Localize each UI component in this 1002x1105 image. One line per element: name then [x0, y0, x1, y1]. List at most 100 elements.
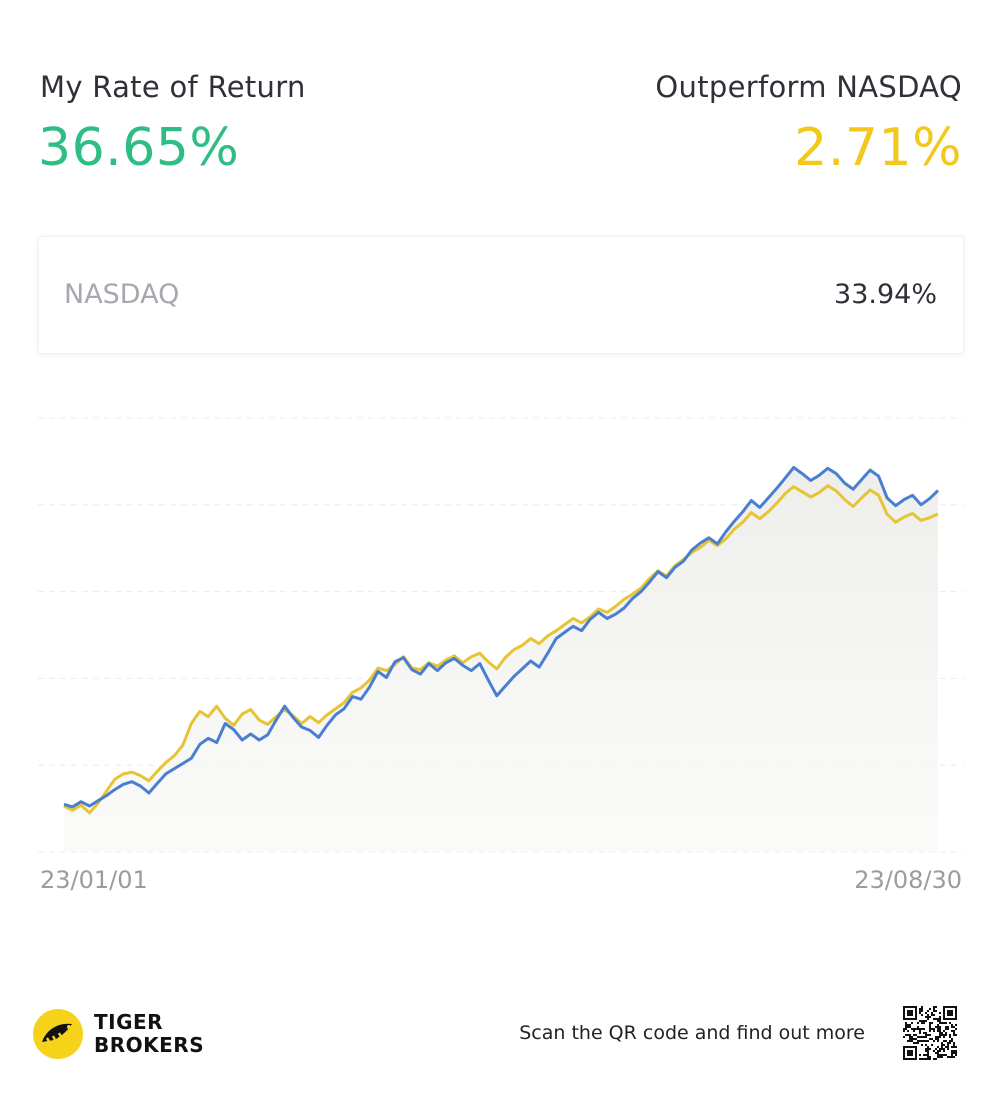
- qr-module: [945, 1046, 947, 1048]
- qr-module: [937, 1054, 939, 1056]
- qr-module: [953, 1056, 955, 1058]
- qr-module: [919, 1010, 921, 1012]
- qr-module: [917, 1022, 919, 1024]
- qr-module: [911, 1038, 913, 1040]
- qr-module: [931, 1014, 933, 1016]
- qr-module: [929, 1022, 931, 1024]
- qr-module: [953, 1050, 955, 1052]
- qr-module: [935, 1018, 937, 1020]
- qr-module: [919, 1030, 921, 1032]
- qr-module: [941, 1048, 943, 1050]
- qr-module: [937, 1030, 939, 1032]
- qr-module: [923, 1020, 925, 1022]
- brand-line-2: BROKERS: [94, 1033, 205, 1057]
- qr-module: [937, 1018, 939, 1020]
- qr-module: [915, 1028, 917, 1030]
- qr-module: [937, 1052, 939, 1054]
- qr-module: [943, 1022, 945, 1024]
- qr-module: [925, 1034, 927, 1036]
- qr-module: [955, 1024, 957, 1026]
- my-return-label: My Rate of Return: [40, 70, 306, 104]
- qr-module: [927, 1034, 929, 1036]
- qr-module: [931, 1022, 933, 1024]
- qr-module: [931, 1012, 933, 1014]
- qr-module: [921, 1058, 923, 1060]
- qr-module: [915, 1042, 917, 1044]
- qr-module: [919, 1036, 921, 1038]
- qr-module: [937, 1056, 939, 1058]
- my-return-value: 36.65%: [38, 118, 240, 178]
- qr-module: [925, 1058, 927, 1060]
- qr-module: [951, 1038, 953, 1040]
- qr-module: [923, 1054, 925, 1056]
- qr-module: [917, 1036, 919, 1038]
- qr-module: [921, 1020, 923, 1022]
- qr-module: [939, 1016, 941, 1018]
- qr-module: [909, 1034, 911, 1036]
- qr-module: [923, 1028, 925, 1030]
- qr-module: [925, 1044, 927, 1046]
- qr-module: [939, 1032, 941, 1034]
- qr-module: [927, 1010, 929, 1012]
- qr-module: [911, 1022, 913, 1024]
- qr-module: [937, 1020, 939, 1022]
- qr-module: [933, 1008, 935, 1010]
- return-chart[interactable]: [0, 400, 1002, 870]
- qr-module: [927, 1014, 929, 1016]
- qr-module: [925, 1012, 927, 1014]
- qr-module: [933, 1040, 935, 1042]
- qr-module: [943, 1050, 945, 1052]
- qr-module: [913, 1038, 915, 1040]
- qr-module: [947, 1026, 949, 1028]
- qr-module: [935, 1036, 937, 1038]
- qr-module: [905, 1026, 907, 1028]
- qr-code-icon[interactable]: [903, 1006, 957, 1060]
- qr-module: [931, 1038, 933, 1040]
- qr-module: [917, 1028, 919, 1030]
- area-fill: [64, 467, 938, 852]
- qr-module: [927, 1040, 929, 1042]
- qr-module: [945, 1022, 947, 1024]
- qr-module: [951, 1050, 953, 1052]
- qr-module: [909, 1024, 911, 1026]
- qr-module: [937, 1036, 939, 1038]
- qr-module: [929, 1028, 931, 1030]
- qr-module: [941, 1056, 943, 1058]
- qr-module: [949, 1022, 951, 1024]
- qr-module: [927, 1046, 929, 1048]
- qr-module: [935, 1052, 937, 1054]
- benchmark-card[interactable]: NASDAQ 33.94%: [38, 236, 964, 354]
- qr-module: [955, 1052, 957, 1054]
- qr-module: [933, 1006, 935, 1008]
- qr-module: [929, 1024, 931, 1026]
- qr-module: [951, 1046, 953, 1048]
- qr-module: [911, 1040, 913, 1042]
- qr-module: [951, 1054, 953, 1056]
- qr-module: [919, 1012, 921, 1014]
- qr-module: [951, 1030, 953, 1032]
- qr-module: [941, 1042, 943, 1044]
- qr-module: [923, 1022, 925, 1024]
- chart-area-fill: [64, 467, 938, 852]
- qr-module: [921, 1044, 923, 1046]
- qr-module: [907, 1026, 909, 1028]
- qr-module: [939, 1022, 941, 1024]
- qr-module: [933, 1030, 935, 1032]
- qr-module: [939, 1030, 941, 1032]
- qr-module: [941, 1054, 943, 1056]
- qr-module: [951, 1024, 953, 1026]
- brand-name: TIGER BROKERS: [94, 1011, 204, 1057]
- tiger-logo-icon: [33, 1009, 83, 1059]
- qr-finder-module: [907, 1050, 913, 1056]
- qr-module: [927, 1054, 929, 1056]
- qr-module: [909, 1038, 911, 1040]
- qr-module: [911, 1036, 913, 1038]
- qr-module: [955, 1034, 957, 1036]
- qr-module: [911, 1028, 913, 1030]
- qr-module: [919, 1020, 921, 1022]
- qr-module: [947, 1044, 949, 1046]
- qr-module: [955, 1046, 957, 1048]
- qr-module: [915, 1038, 917, 1040]
- qr-module: [917, 1042, 919, 1044]
- qr-module: [921, 1006, 923, 1008]
